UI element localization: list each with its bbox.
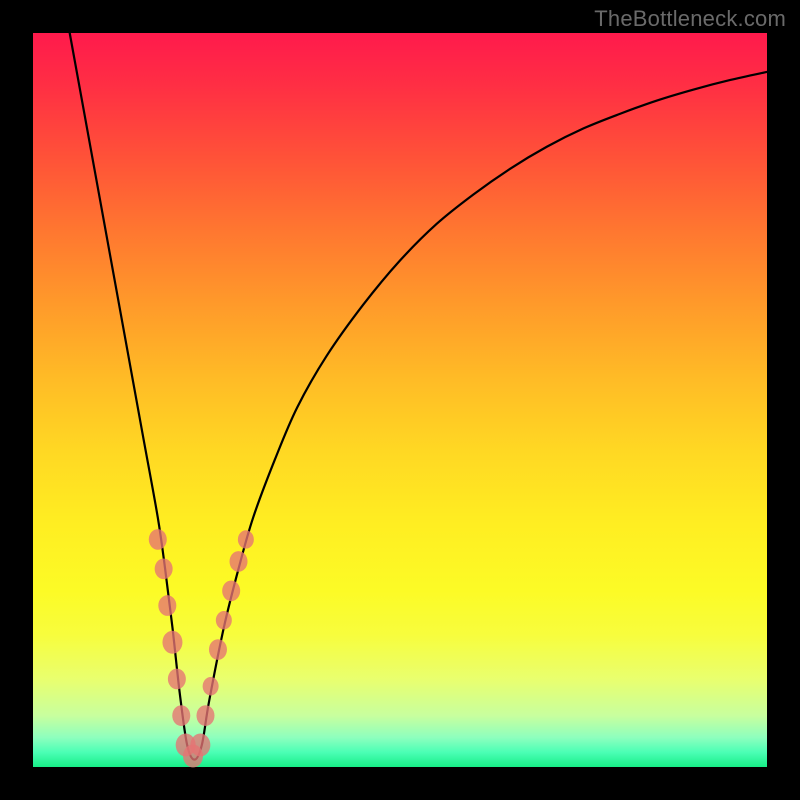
data-marker — [238, 530, 254, 548]
data-marker — [155, 558, 173, 579]
data-marker — [190, 733, 210, 756]
data-marker — [149, 529, 167, 550]
data-markers — [149, 529, 254, 767]
chart-frame: TheBottleneck.com — [0, 0, 800, 800]
data-marker — [222, 580, 240, 601]
data-marker — [209, 639, 227, 660]
curve-svg — [33, 33, 767, 767]
data-marker — [168, 669, 186, 690]
data-marker — [196, 705, 214, 726]
data-marker — [216, 611, 232, 629]
watermark-text: TheBottleneck.com — [594, 6, 786, 32]
data-marker — [162, 631, 182, 654]
plot-area — [33, 33, 767, 767]
data-marker — [172, 705, 190, 726]
data-marker — [203, 677, 219, 695]
data-marker — [230, 551, 248, 572]
data-marker — [158, 595, 176, 616]
